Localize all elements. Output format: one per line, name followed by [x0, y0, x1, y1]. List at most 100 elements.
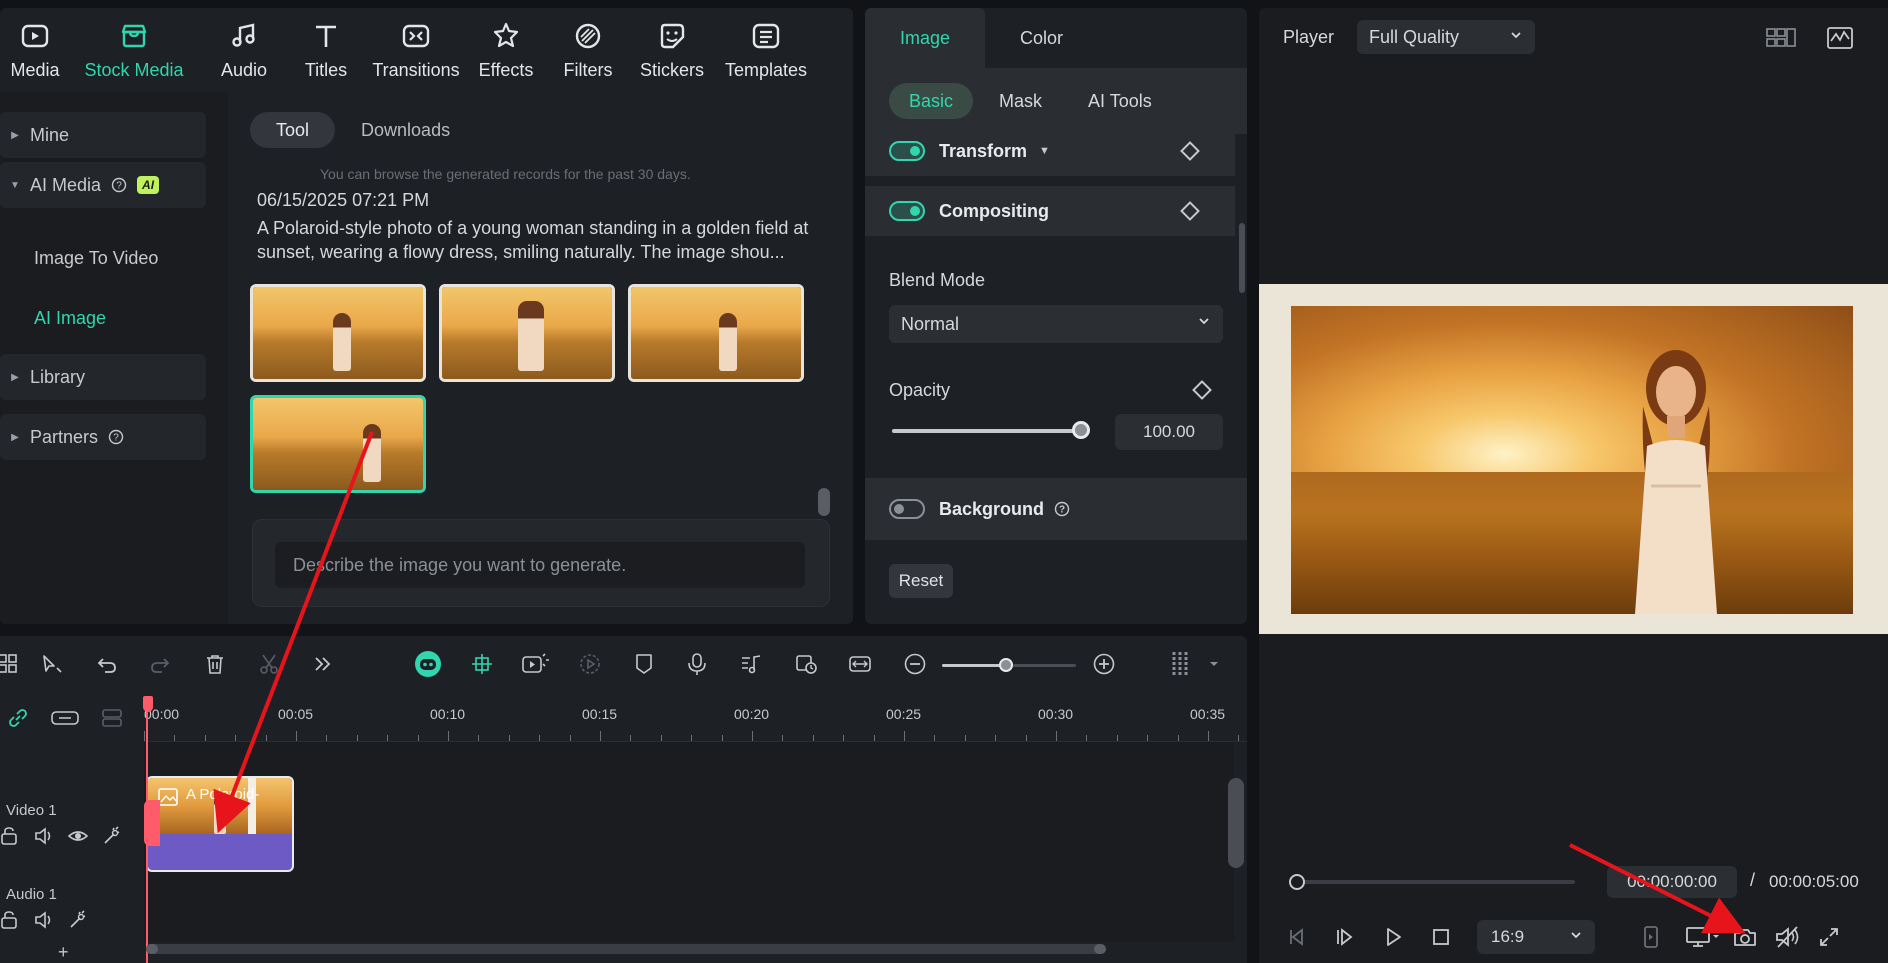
help-icon[interactable]: ? [111, 177, 127, 193]
opacity-slider-handle[interactable] [1072, 421, 1090, 439]
layout-grid-icon[interactable] [0, 650, 22, 678]
mute-audio-icon[interactable] [1773, 923, 1801, 951]
transform-section[interactable]: Transform ▼ [865, 126, 1235, 176]
safe-zone-icon[interactable] [1637, 923, 1665, 951]
help-icon[interactable]: ? [108, 429, 124, 445]
speed-ramp-icon[interactable] [792, 650, 820, 678]
audio-beat-icon[interactable] [737, 650, 765, 678]
waveform-monitor-icon[interactable] [1826, 25, 1854, 51]
reset-button[interactable]: Reset [889, 564, 953, 598]
video-clip[interactable]: A Polaroid- [146, 776, 294, 872]
timeline-horizontal-scrollbar[interactable] [146, 944, 1106, 954]
aspect-ratio-select[interactable]: 16:9 [1477, 920, 1595, 954]
zoom-in-icon[interactable] [1090, 650, 1118, 678]
stop-icon[interactable] [1427, 923, 1455, 951]
track-audio-icon[interactable] [34, 910, 54, 930]
tab-templates[interactable]: Templates [714, 8, 818, 92]
generate-prompt-input[interactable] [275, 542, 805, 588]
transform-toggle[interactable] [889, 141, 925, 161]
next-frame-icon[interactable] [1331, 923, 1359, 951]
opacity-value-input[interactable]: 100.00 [1115, 414, 1223, 450]
track-manager-icon[interactable] [98, 704, 126, 732]
tab-titles[interactable]: Titles [286, 8, 366, 92]
microphone-record-icon[interactable] [683, 650, 711, 678]
subtab-tool[interactable]: Tool [250, 112, 336, 148]
track-visibility-eye-icon[interactable] [68, 826, 88, 846]
ai-copilot-icon[interactable] [412, 648, 444, 680]
timeline-vertical-scrollbar[interactable] [1228, 778, 1244, 868]
preview-canvas[interactable] [1259, 284, 1888, 634]
redo-icon[interactable] [146, 650, 174, 678]
subtab-ai-tools[interactable]: AI Tools [1068, 83, 1172, 119]
timeline-ruler[interactable]: 00:00 00:05 00:10 00:15 00:20 00:25 00:30 00:35 [144, 696, 1247, 742]
playhead-handle[interactable] [143, 696, 153, 712]
subtab-basic[interactable]: Basic [889, 83, 974, 119]
sidebar-item-ai-media[interactable]: ▼ AI Media ? AI [0, 162, 206, 208]
tab-audio[interactable]: Audio [202, 8, 286, 92]
playhead-line[interactable] [146, 708, 148, 963]
blend-mode-select[interactable]: Normal [889, 305, 1223, 343]
compositing-section[interactable]: Compositing [865, 186, 1235, 236]
track-magic-icon[interactable] [68, 910, 88, 930]
marker-shield-icon[interactable] [630, 650, 658, 678]
generated-image-thumb[interactable] [628, 284, 804, 382]
player-progress-handle[interactable] [1289, 874, 1305, 890]
current-timecode[interactable]: 00:00:00:00 [1607, 866, 1737, 898]
grid-layout-icon[interactable] [1765, 26, 1797, 50]
sidebar-item-library[interactable]: ▶ Library [0, 354, 206, 400]
group-link-icon[interactable] [50, 704, 80, 732]
sidebar-item-ai-image[interactable]: AI Image [34, 308, 106, 329]
tab-effects[interactable]: Effects [466, 8, 546, 92]
track-lock-icon[interactable] [0, 910, 20, 930]
generated-image-thumb-selected[interactable] [250, 395, 426, 493]
tab-media[interactable]: Media [4, 8, 66, 92]
track-audio-icon[interactable] [34, 826, 54, 846]
display-settings-icon[interactable] [1683, 923, 1723, 951]
delete-trash-icon[interactable] [201, 650, 229, 678]
track-area[interactable] [144, 742, 1234, 942]
fit-timeline-icon[interactable] [846, 650, 874, 678]
keyframe-diamond-icon[interactable] [1180, 141, 1200, 161]
dropdown-arrow-icon[interactable]: ▼ [1039, 145, 1050, 157]
keyframe-diamond-icon[interactable] [1180, 201, 1200, 221]
property-scrollbar[interactable] [1239, 223, 1245, 293]
generated-image-thumb[interactable] [439, 284, 615, 382]
tab-image[interactable]: Image [865, 8, 986, 68]
records-scrollbar[interactable] [818, 488, 830, 516]
scrollbar-end-cap[interactable] [1094, 944, 1106, 954]
tab-transitions[interactable]: Transitions [366, 8, 466, 92]
track-lock-icon[interactable] [0, 826, 20, 846]
timeline-settings-icon[interactable] [1166, 650, 1194, 678]
timeline-menu-arrow-icon[interactable] [1204, 650, 1224, 678]
tab-stickers[interactable]: Stickers [630, 8, 714, 92]
tab-color[interactable]: Color [985, 8, 1098, 68]
tab-filters[interactable]: Filters [546, 8, 630, 92]
tab-stock-media[interactable]: Stock Media [66, 8, 202, 92]
sidebar-item-image-to-video[interactable]: Image To Video [34, 248, 158, 269]
snapshot-camera-icon[interactable] [1731, 923, 1759, 951]
help-icon[interactable]: ? [1054, 501, 1070, 517]
background-section[interactable]: Background ? [865, 478, 1247, 540]
undo-icon[interactable] [93, 650, 121, 678]
background-toggle[interactable] [889, 499, 925, 519]
keyframe-diamond-icon[interactable] [1192, 380, 1212, 400]
link-icon[interactable] [4, 704, 32, 732]
zoom-out-icon[interactable] [901, 650, 929, 678]
select-pointer-icon[interactable] [38, 650, 66, 678]
compositing-toggle[interactable] [889, 201, 925, 221]
previous-frame-icon[interactable] [1283, 923, 1311, 951]
auto-snap-icon[interactable] [468, 650, 496, 678]
subtab-mask[interactable]: Mask [979, 83, 1062, 119]
play-icon[interactable] [1379, 923, 1407, 951]
track-magic-icon[interactable] [102, 826, 122, 846]
opacity-slider-track[interactable] [892, 429, 1082, 433]
split-scissors-icon[interactable] [255, 650, 283, 678]
sidebar-item-mine[interactable]: ▶ Mine [0, 112, 206, 158]
generated-image-thumb[interactable] [250, 284, 426, 382]
scrollbar-start-cap[interactable] [146, 944, 158, 954]
ai-video-icon[interactable] [520, 650, 552, 678]
player-progress-track[interactable] [1295, 880, 1575, 884]
zoom-slider-handle[interactable] [999, 658, 1013, 672]
quality-select[interactable]: Full Quality [1357, 20, 1535, 54]
add-track-button[interactable]: + [58, 942, 69, 963]
